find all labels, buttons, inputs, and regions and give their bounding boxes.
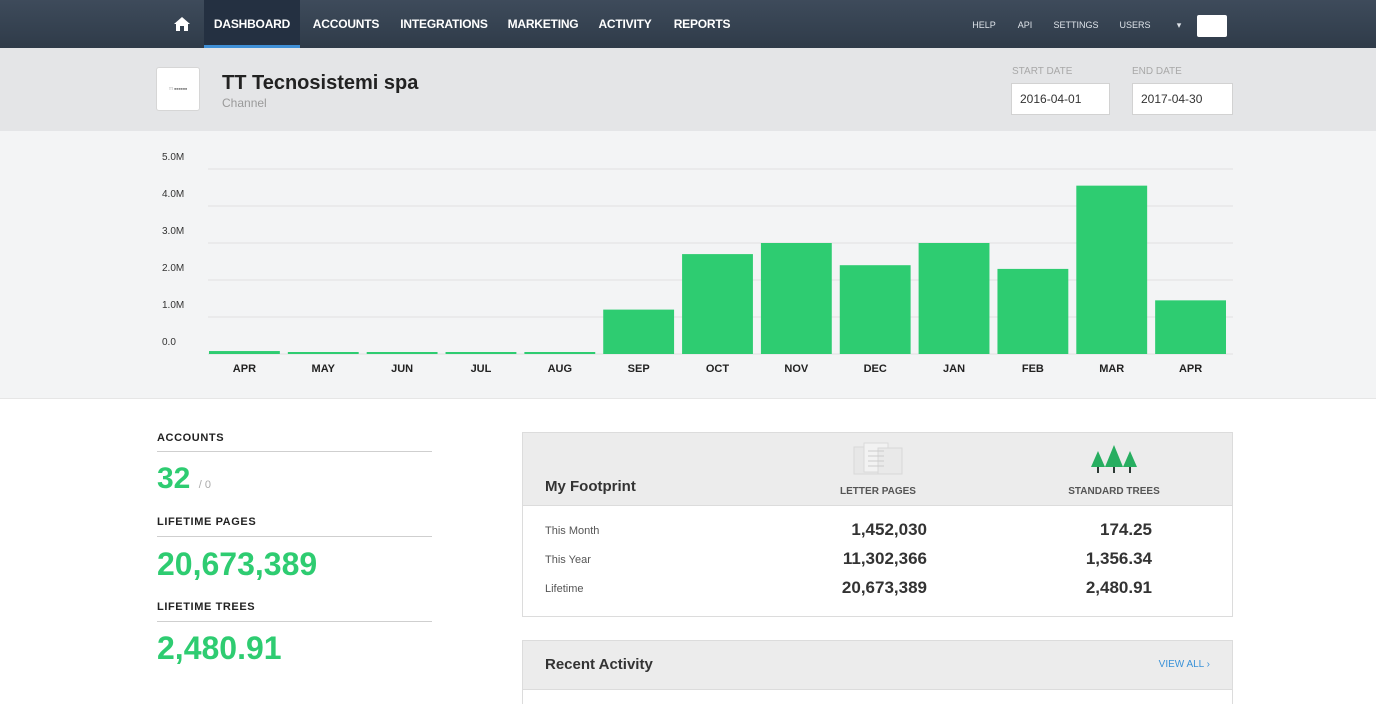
nav-marketing[interactable]: MARKETING — [499, 0, 587, 48]
y-tick-label: 4.0M — [162, 189, 184, 200]
chart-bar[interactable] — [682, 254, 753, 354]
x-tick-label: JUL — [471, 363, 492, 375]
this-year-pages: 11,302,366 — [842, 549, 927, 568]
x-tick-label: MAY — [312, 363, 336, 375]
trees-icon — [1091, 445, 1137, 473]
chart-bar[interactable] — [839, 265, 911, 354]
nav-activity[interactable]: ACTIVITY — [590, 0, 660, 48]
lifetime-trees-label: LIFETIME TREES — [157, 601, 256, 613]
chart-bar[interactable] — [1155, 300, 1226, 354]
x-tick-label: MAR — [1099, 363, 1124, 375]
nav-api[interactable]: API — [1010, 0, 1040, 48]
end-date-label: END DATE — [1132, 66, 1182, 77]
this-month-pages: 1,452,030 — [851, 520, 927, 539]
document-icon — [853, 442, 903, 475]
lifetime-pages-label: LIFETIME PAGES — [157, 516, 257, 528]
row-label-this-year: This Year — [545, 554, 591, 566]
company-logo: TT ■■■■■■ — [156, 67, 200, 111]
footprint-title: My Footprint — [545, 478, 636, 495]
x-tick-label: APR — [233, 363, 256, 375]
lifetime-trees: 2,480.91 — [1085, 578, 1152, 597]
this-month-trees: 174.25 — [1100, 520, 1152, 539]
pages-bar-chart: 0.0 1.0M 2.0M 3.0M 4.0M 5.0M APR MAY JUN JUL AUG SE… — [162, 152, 1233, 375]
home-icon — [174, 17, 190, 31]
x-tick-label: JUN — [391, 363, 413, 375]
nav-dashboard[interactable]: DASHBOARD — [204, 0, 300, 48]
recent-activity-header: Recent Activity VIEW ALL › — [523, 641, 1232, 690]
y-tick-label: 2.0M — [162, 263, 184, 274]
home-button[interactable] — [162, 0, 202, 48]
lifetime-pages: 20,673,389 — [841, 578, 927, 597]
nav-settings[interactable]: SETTINGS — [1046, 0, 1106, 48]
y-tick-label: 0.0 — [162, 337, 176, 348]
company-name: TT Tecnosistemi spa — [222, 72, 419, 94]
letter-pages-heading: LETTER PAGES — [840, 486, 916, 497]
x-tick-label: SEP — [628, 363, 650, 375]
this-year-trees: 1,356.34 — [1085, 549, 1152, 568]
footprint-panel: My Footprint LETTER PAGES STANDARD TREES… — [522, 432, 1233, 617]
start-date-label: START DATE — [1012, 66, 1073, 77]
y-tick-label: 5.0M — [162, 152, 184, 163]
nav-help[interactable]: HELP — [966, 0, 1002, 48]
x-tick-label: JAN — [943, 363, 965, 375]
view-all-link[interactable]: VIEW ALL › — [1159, 659, 1210, 670]
x-tick-label: DEC — [864, 363, 887, 375]
nav-accounts[interactable]: ACCOUNTS — [303, 0, 389, 48]
accounts-label: ACCOUNTS — [157, 432, 225, 444]
footprint-header: My Footprint LETTER PAGES STANDARD TREES — [523, 433, 1232, 506]
row-label-this-month: This Month — [545, 525, 600, 537]
recent-activity-panel: Recent Activity VIEW ALL › — [522, 640, 1233, 704]
x-tick-label: NOV — [784, 363, 809, 375]
chart-bar[interactable] — [524, 352, 596, 354]
chart-bar[interactable] — [445, 352, 517, 354]
lifetime-pages-value: 20,673,389 — [157, 546, 318, 582]
users-dropdown-icon[interactable]: ▾ — [1170, 0, 1188, 48]
chart-bar[interactable] — [1076, 185, 1148, 354]
lifetime-trees-value: 2,480.91 — [157, 630, 282, 666]
company-type: Channel — [222, 96, 267, 110]
chart-bar[interactable] — [918, 243, 990, 354]
accounts-sub: / 0 — [198, 479, 211, 491]
start-date-input[interactable] — [1011, 83, 1110, 115]
x-tick-label: AUG — [548, 363, 572, 375]
chart-bar[interactable] — [209, 351, 280, 354]
accounts-divider — [157, 451, 432, 452]
chart-bar[interactable] — [997, 268, 1069, 354]
recent-activity-title: Recent Activity — [545, 656, 653, 673]
row-label-lifetime: Lifetime — [545, 583, 584, 595]
standard-trees-heading: STANDARD TREES — [1068, 486, 1160, 497]
accounts-value: 32 — [157, 462, 191, 495]
nav-reports[interactable]: REPORTS — [664, 0, 740, 48]
pages-divider — [157, 536, 432, 537]
chart-bar[interactable] — [366, 352, 438, 354]
nav-integrations[interactable]: INTEGRATIONS — [392, 0, 496, 48]
y-tick-label: 3.0M — [162, 226, 184, 237]
x-tick-label: APR — [1179, 363, 1202, 375]
chart-bar[interactable] — [603, 309, 675, 354]
x-tick-label: OCT — [706, 363, 730, 375]
x-tick-label: FEB — [1022, 363, 1044, 375]
accounts-count: 32 / 0 — [157, 462, 211, 496]
trees-divider — [157, 621, 432, 622]
y-tick-label: 1.0M — [162, 300, 184, 311]
chart-bar[interactable] — [760, 243, 832, 354]
top-navigation: DASHBOARD ACCOUNTS INTEGRATIONS MARKETIN… — [0, 0, 1376, 48]
end-date-input[interactable] — [1132, 83, 1233, 115]
avatar[interactable] — [1197, 15, 1227, 37]
chart-bar[interactable] — [287, 352, 359, 354]
nav-users[interactable]: USERS — [1112, 0, 1158, 48]
